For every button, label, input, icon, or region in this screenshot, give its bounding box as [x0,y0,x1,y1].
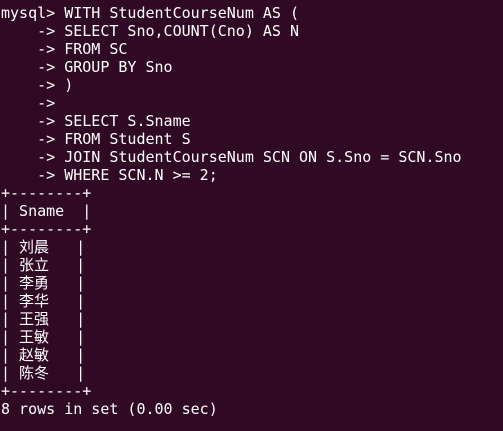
table-header: | Sname | [1,202,92,220]
query-line: mysql> WITH StudentCourseNum AS ( [1,4,300,22]
query-line: -> FROM Student S [1,130,191,148]
table-border-top: +--------+ [1,184,92,202]
table-row: | 李勇 | [1,274,86,292]
table-row: | 刘晨 | [1,238,86,256]
table-row: | 李华 | [1,292,86,310]
table-row: | 王强 | [1,310,86,328]
table-border-bottom: +--------+ [1,382,92,400]
table-border-header: +--------+ [1,220,92,238]
terminal-window[interactable]: mysql> WITH StudentCourseNum AS ( -> SEL… [0,0,503,431]
query-block: mysql> WITH StudentCourseNum AS ( -> SEL… [1,4,503,184]
query-line: -> GROUP BY Sno [1,58,173,76]
table-row: | 王敏 | [1,328,86,346]
query-line: -> [1,94,56,112]
table-row: | 赵敏 | [1,346,86,364]
result-summary: 8 rows in set (0.00 sec) [1,400,218,418]
query-line: -> WHERE SCN.N >= 2; [1,166,218,184]
result-table: +--------+ | Sname | +--------+ | 刘晨 | |… [1,184,503,400]
query-line: -> JOIN StudentCourseNum SCN ON S.Sno = … [1,148,462,166]
query-line: -> ) [1,76,74,94]
table-row: | 陈冬 | [1,364,86,382]
query-line: -> FROM SC [1,40,128,58]
table-row: | 张立 | [1,256,86,274]
query-line: -> SELECT S.Sname [1,112,191,130]
query-line: -> SELECT Sno,COUNT(Cno) AS N [1,22,300,40]
